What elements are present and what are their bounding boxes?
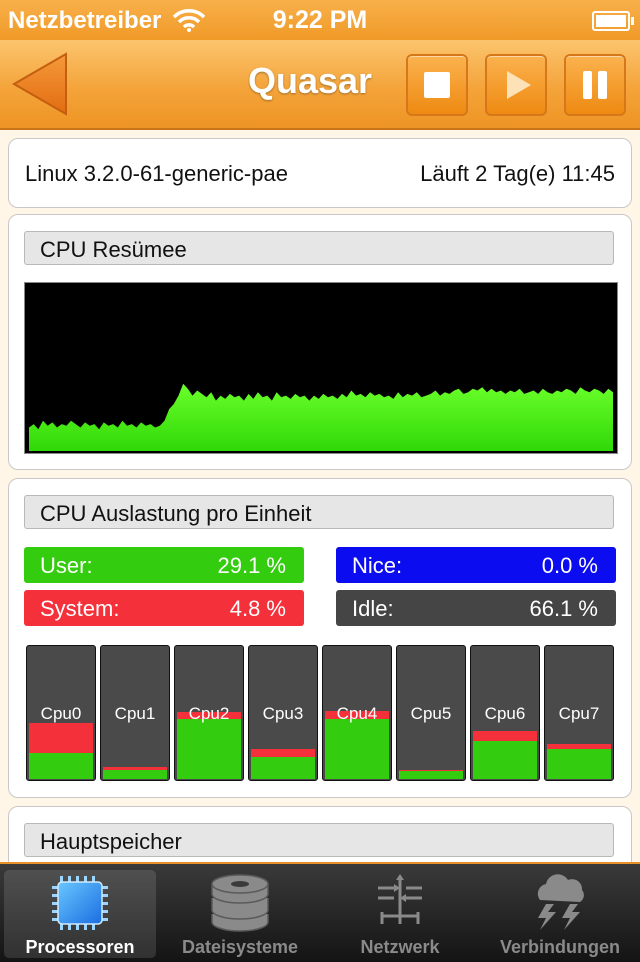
core-label: Cpu6	[484, 704, 526, 723]
core-label: Cpu0	[40, 704, 82, 723]
clock: 9:22 PM	[272, 6, 368, 34]
core-label: Cpu7	[558, 704, 600, 723]
core-system-fill	[251, 749, 315, 757]
user-stat: User: 29.1 %	[24, 547, 304, 583]
kernel-version: Linux 3.2.0-61-generic-pae	[25, 161, 288, 186]
nice-value: 0.0 %	[541, 553, 598, 578]
tab-connections-label: Verbindungen	[499, 937, 620, 957]
system-label: System:	[40, 596, 120, 621]
cpu-load-panel: CPU Auslastung pro Einheit User: 29.1 % …	[8, 478, 632, 798]
uptime: Läuft 2 Tag(e) 11:45	[420, 161, 615, 186]
core-label: Cpu4	[336, 704, 378, 723]
cpu-core-bar: Cpu1	[100, 645, 170, 781]
status-bar: Netzbetreiber 9:22 PM	[0, 0, 640, 40]
core-user-fill	[251, 757, 315, 779]
core-system-fill	[399, 770, 463, 771]
cpu-core-bar: Cpu6	[470, 645, 540, 781]
tab-connections[interactable]: Verbindungen	[484, 870, 636, 958]
navigation-bar: Quasar	[0, 40, 640, 130]
tab-network-label: Netzwerk	[360, 937, 440, 957]
nice-stat: Nice: 0.0 %	[336, 547, 616, 583]
idle-stat: Idle: 66.1 %	[336, 590, 616, 626]
tab-processors-label: Processoren	[25, 937, 135, 957]
cpu-load-heading: CPU Auslastung pro Einheit	[24, 495, 614, 529]
tab-network[interactable]: Netzwerk	[324, 870, 476, 958]
idle-value: 66.1 %	[529, 596, 599, 621]
stop-button[interactable]	[406, 54, 468, 116]
pause-button[interactable]	[564, 54, 626, 116]
app-title: Quasar	[247, 60, 373, 101]
cloud-lightning-icon	[537, 874, 584, 930]
core-user-fill	[177, 719, 241, 779]
tab-processors[interactable]: Processoren	[4, 870, 156, 958]
play-icon	[507, 71, 531, 99]
core-user-fill	[29, 753, 93, 779]
cpu-history-area	[29, 383, 613, 451]
core-user-fill	[473, 741, 537, 779]
disk-stack-icon	[211, 874, 269, 932]
cpu-summary-panel: CPU Resümee	[8, 214, 632, 470]
cpu-core-bar: Cpu7	[544, 645, 614, 781]
tab-filesystems[interactable]: Dateisysteme	[164, 870, 316, 958]
memory-heading: Hauptspeicher	[24, 823, 614, 857]
cpu-core-bars: Cpu0 Cpu1 Cpu2 Cpu3 Cpu4 Cpu5 Cpu6 Cpu7	[26, 645, 616, 781]
core-label: Cpu2	[188, 704, 230, 723]
core-system-fill	[103, 767, 167, 770]
core-system-fill	[29, 723, 93, 753]
cpu-history-graph	[24, 282, 618, 454]
cpu-core-bar: Cpu4	[322, 645, 392, 781]
core-label: Cpu3	[262, 704, 304, 723]
core-user-fill	[325, 719, 389, 779]
battery-icon	[592, 11, 634, 31]
core-label: Cpu5	[410, 704, 452, 723]
core-user-fill	[103, 770, 167, 779]
tab-bar: Processoren Dateisysteme Netzwerk Verbin…	[0, 862, 640, 962]
user-value: 29.1 %	[217, 553, 287, 578]
idle-label: Idle:	[352, 596, 394, 621]
core-label: Cpu1	[114, 704, 156, 723]
user-label: User:	[40, 553, 93, 578]
nice-label: Nice:	[352, 553, 403, 578]
cpu-core-bar: Cpu0	[26, 645, 96, 781]
cpu-core-bar: Cpu5	[396, 645, 466, 781]
tab-filesystems-label: Dateisysteme	[181, 937, 299, 957]
cpu-core-bar: Cpu3	[248, 645, 318, 781]
cpu-core-bar: Cpu2	[174, 645, 244, 781]
stop-icon	[424, 72, 450, 98]
system-info-panel: Linux 3.2.0-61-generic-pae Läuft 2 Tag(e…	[8, 138, 632, 208]
core-system-fill	[473, 731, 537, 741]
back-arrow-icon[interactable]	[10, 52, 72, 116]
network-arrows-icon	[378, 874, 422, 924]
play-button[interactable]	[485, 54, 547, 116]
core-user-fill	[547, 749, 611, 779]
core-user-fill	[399, 771, 463, 779]
cpu-history-fill	[29, 383, 613, 451]
system-stat: System: 4.8 %	[24, 590, 304, 626]
system-value: 4.8 %	[229, 596, 286, 621]
cpu-summary-heading: CPU Resümee	[24, 231, 614, 265]
core-system-fill	[547, 744, 611, 749]
processor-chip-icon	[52, 876, 108, 930]
